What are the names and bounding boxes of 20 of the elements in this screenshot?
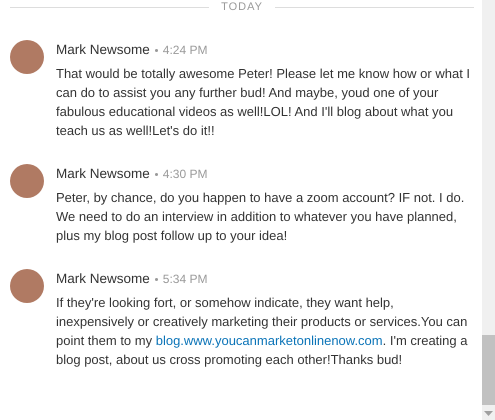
date-divider-label: TODAY — [221, 1, 263, 13]
separator-dot-icon — [154, 278, 158, 280]
avatar-placeholder[interactable] — [10, 40, 44, 74]
sender-name[interactable]: Mark Newsome — [56, 40, 150, 60]
message-time: 5:34 PM — [162, 271, 208, 288]
separator-dot-icon — [154, 172, 158, 176]
message-text: If they're looking fort, or somehow indicate, they want help, inexpensively or creatively marketing their products or services.You can point them to my blog.www.youcanmarketonlinenow.com. I'm creating a blog post, about us cross promoting each other!Thanks bud! — [56, 294, 468, 369]
blog-link[interactable]: blog.www.youcanmarketonlinenow.com — [156, 333, 383, 348]
scrollbar[interactable] — [482, 0, 495, 420]
message-text: Peter, by chance, do you happen to have a zoom account? IF not. I do. We need to do an interview in addition to whatever you have planned, plus my blog post follow up to your idea! — [56, 189, 466, 245]
scrollbar-thumb[interactable] — [482, 335, 495, 405]
message-text: That would be totally awesome Peter! Please let me know how or what I can do to assist you any further bud! And maybe, youd one of your fabulous educational videos as well!LOL! And I'll blog about what you teach us as well!Let's do it!! — [56, 65, 472, 140]
avatar-placeholder[interactable] — [10, 269, 44, 303]
sender-name[interactable]: Mark Newsome — [56, 269, 150, 289]
message-time: 4:30 PM — [162, 166, 208, 183]
separator-dot-icon — [154, 48, 158, 52]
avatar-placeholder[interactable] — [10, 164, 44, 198]
message-time: 4:24 PM — [162, 42, 208, 59]
scroll-down-icon[interactable] — [484, 411, 493, 416]
sender-name[interactable]: Mark Newsome — [56, 164, 150, 184]
